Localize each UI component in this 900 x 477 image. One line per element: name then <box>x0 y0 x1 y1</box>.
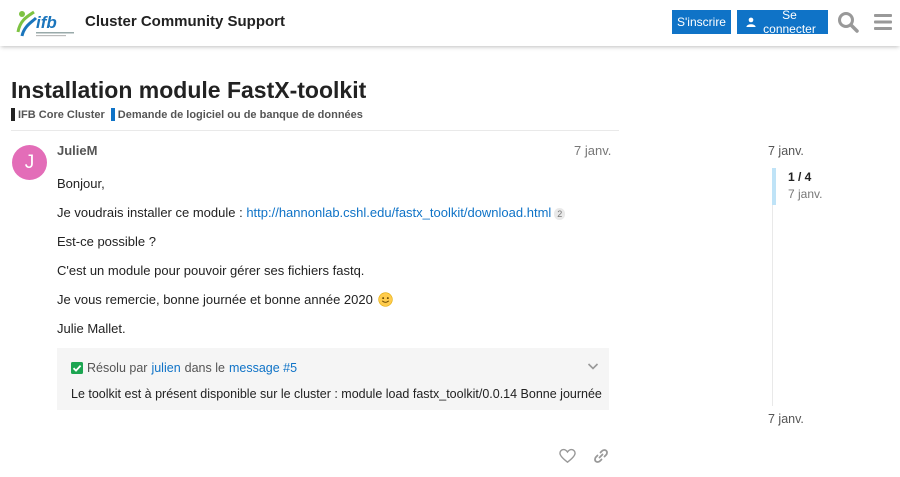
post-username[interactable]: JulieM <box>57 143 97 158</box>
timeline-end-date[interactable]: 7 janv. <box>768 412 804 426</box>
post-greeting: Bonjour, <box>57 176 105 191</box>
category-label: Demande de logiciel ou de banque de donn… <box>117 108 363 121</box>
check-box-icon <box>71 362 83 374</box>
link-icon[interactable] <box>593 448 609 464</box>
link-click-count: 2 <box>554 207 566 220</box>
category-badge[interactable]: Demande de logiciel ou de banque de donn… <box>110 108 363 121</box>
post-explanation: C'est un module pour pouvoir gérer ses f… <box>57 263 365 278</box>
search-icon[interactable] <box>837 11 859 33</box>
topic-categories: IFB Core Cluster Demande de logiciel ou … <box>11 108 363 121</box>
slightly-smiling-face-icon <box>378 292 394 307</box>
solution-message-link[interactable]: message #5 <box>229 361 297 375</box>
login-label: Se connecter <box>763 8 816 36</box>
heart-icon[interactable] <box>559 448 576 464</box>
ifb-logo[interactable]: ifb <box>14 6 78 40</box>
category-color-bar <box>110 108 115 121</box>
resolved-label: Résolu par <box>87 361 148 375</box>
signup-button[interactable]: S'inscrire <box>672 10 731 34</box>
timeline-start-date[interactable]: 7 janv. <box>768 144 804 158</box>
chevron-down-icon[interactable] <box>587 360 599 372</box>
timeline-position-date: 7 janv. <box>788 187 823 201</box>
topic-title[interactable]: Installation module FastX-toolkit <box>11 77 366 104</box>
user-icon <box>746 17 756 28</box>
in-label: dans le <box>184 361 225 375</box>
site-header: ifb Cluster Community Support S'inscrire… <box>0 0 900 46</box>
accepted-answer-box[interactable]: Résolu par julien dans le message #5 Le … <box>57 348 609 410</box>
hamburger-menu-icon[interactable] <box>873 12 893 32</box>
category-label: IFB Core Cluster <box>18 108 105 121</box>
post-install-line: Je voudrais installer ce module : http:/… <box>57 205 566 220</box>
post-thanks: Je vous remercie, bonne journée et bonne… <box>57 292 373 307</box>
divider <box>11 130 619 131</box>
install-prefix: Je voudrais installer ce module : <box>57 205 247 220</box>
post-date[interactable]: 7 janv. <box>574 143 611 158</box>
svg-text:ifb: ifb <box>36 13 57 32</box>
site-title[interactable]: Cluster Community Support <box>85 13 285 30</box>
avatar[interactable]: J <box>12 145 47 180</box>
accepted-answer-header: Résolu par julien dans le message #5 <box>71 361 301 375</box>
category-color-bar <box>11 108 15 121</box>
resolved-user-link[interactable]: julien <box>151 361 180 375</box>
timeline-position: 1 / 4 <box>788 170 812 184</box>
install-link[interactable]: http://hannonlab.cshl.edu/fastx_toolkit/… <box>246 205 551 220</box>
timeline-scroll-handle[interactable] <box>772 168 776 205</box>
post-question: Est-ce possible ? <box>57 234 156 249</box>
post-signature: Julie Mallet. <box>57 321 126 336</box>
accepted-answer-text: Le toolkit est à présent disponible sur … <box>71 387 602 401</box>
category-badge[interactable]: IFB Core Cluster <box>11 108 105 121</box>
post-thanks-line: Je vous remercie, bonne journée et bonne… <box>57 292 394 307</box>
login-button[interactable]: Se connecter <box>737 8 828 36</box>
